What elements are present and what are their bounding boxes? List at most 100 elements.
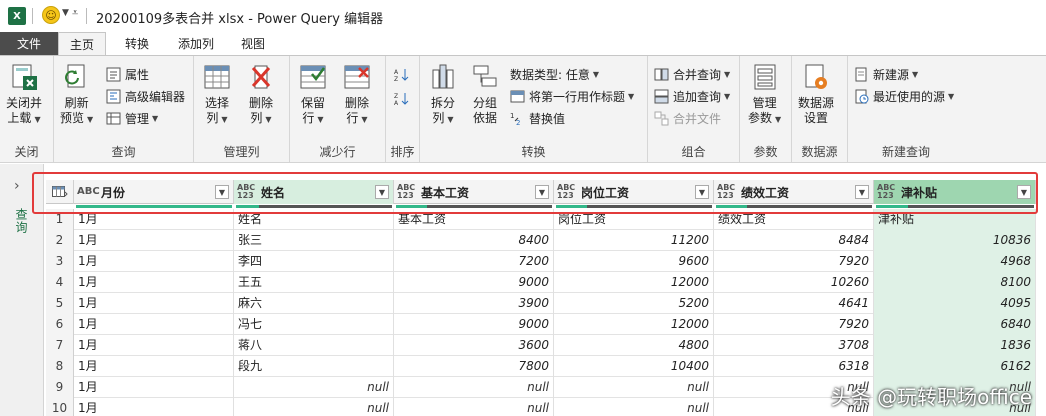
remove-rows-button[interactable]: 删除 行 ▼ xyxy=(342,62,372,127)
tab-add-column[interactable]: 添加列 xyxy=(168,32,224,56)
tab-file[interactable]: 文件 xyxy=(0,32,58,56)
column-filter-dropdown-icon[interactable]: ▼ xyxy=(855,185,869,199)
table-row[interactable]: 8 1月 段九 7800 10400 6318 6162 xyxy=(46,356,1036,377)
table-cell[interactable]: 7920 xyxy=(714,251,874,272)
append-queries-button[interactable]: 追加查询 ▼ xyxy=(654,86,730,106)
table-cell[interactable]: 7920 xyxy=(714,314,874,335)
row-number[interactable]: 6 xyxy=(46,314,74,335)
table-cell[interactable]: 6318 xyxy=(714,356,874,377)
table-cell[interactable]: 1月 xyxy=(74,314,234,335)
properties-button[interactable]: 属性 xyxy=(106,64,149,84)
table-cell[interactable]: 岗位工资 xyxy=(554,209,714,230)
sort-descending-button[interactable]: ZA xyxy=(394,88,413,108)
table-row[interactable]: 5 1月 麻六 3900 5200 4641 4095 xyxy=(46,293,1036,314)
use-first-row-header-button[interactable]: 将第一行用作标题 ▼ xyxy=(510,86,634,106)
table-row[interactable]: 7 1月 蒋八 3600 4800 3708 1836 xyxy=(46,335,1036,356)
table-cell[interactable]: 冯七 xyxy=(234,314,394,335)
quick-access-customize-icon[interactable]: ⩡ xyxy=(72,6,78,20)
recent-sources-button[interactable]: 最近使用的源 ▼ xyxy=(854,86,954,106)
column-filter-dropdown-icon[interactable]: ▼ xyxy=(695,185,709,199)
table-cell[interactable]: 3900 xyxy=(394,293,554,314)
table-cell[interactable]: 1月 xyxy=(74,251,234,272)
close-apply-button[interactable]: 关闭并 上载 ▼ xyxy=(6,62,42,127)
column-filter-dropdown-icon[interactable]: ▼ xyxy=(1017,185,1031,199)
table-cell[interactable]: null xyxy=(394,398,554,416)
table-cell[interactable]: 4968 xyxy=(874,251,1036,272)
table-cell[interactable]: 7200 xyxy=(394,251,554,272)
table-cell[interactable]: 8100 xyxy=(874,272,1036,293)
table-cell[interactable]: null xyxy=(234,377,394,398)
table-cell[interactable]: 8400 xyxy=(394,230,554,251)
row-number[interactable]: 8 xyxy=(46,356,74,377)
table-cell[interactable]: 11200 xyxy=(554,230,714,251)
table-cell[interactable]: 3708 xyxy=(714,335,874,356)
keep-rows-button[interactable]: 保留 行 ▼ xyxy=(298,62,328,127)
table-cell[interactable]: null xyxy=(394,377,554,398)
table-cell[interactable]: 1月 xyxy=(74,398,234,416)
column-type-icon[interactable]: ABC 123 xyxy=(557,184,577,200)
manage-parameters-button[interactable]: 管理 参数 ▼ xyxy=(748,62,781,127)
table-cell[interactable]: 3600 xyxy=(394,335,554,356)
column-header[interactable]: ABC 123 基本工资 ▼ xyxy=(394,180,554,204)
combine-files-button[interactable]: 合并文件 xyxy=(654,108,721,128)
row-number[interactable]: 4 xyxy=(46,272,74,293)
column-header[interactable]: ABC 123 津补贴 ▼ xyxy=(874,180,1036,204)
table-cell[interactable]: 李四 xyxy=(234,251,394,272)
remove-columns-button[interactable]: 删除 列 ▼ xyxy=(246,62,276,127)
new-source-button[interactable]: 新建源 ▼ xyxy=(854,64,918,84)
row-number[interactable]: 3 xyxy=(46,251,74,272)
table-cell[interactable]: 8484 xyxy=(714,230,874,251)
table-cell[interactable]: 王五 xyxy=(234,272,394,293)
table-cell[interactable]: 基本工资 xyxy=(394,209,554,230)
table-cell[interactable]: 5200 xyxy=(554,293,714,314)
choose-columns-button[interactable]: 选择 列 ▼ xyxy=(202,62,232,127)
smiley-dropdown-icon[interactable]: ▼ xyxy=(62,8,69,18)
table-cell[interactable]: 张三 xyxy=(234,230,394,251)
table-cell[interactable]: 4641 xyxy=(714,293,874,314)
data-source-settings-button[interactable]: 数据源 设置 xyxy=(798,62,834,126)
table-cell[interactable]: 蒋八 xyxy=(234,335,394,356)
advanced-editor-button[interactable]: 高级编辑器 xyxy=(106,86,185,106)
table-cell[interactable]: 津补贴 xyxy=(874,209,1036,230)
replace-values-button[interactable]: 12 替换值 xyxy=(510,108,565,128)
row-number[interactable]: 5 xyxy=(46,293,74,314)
row-number[interactable]: 2 xyxy=(46,230,74,251)
table-cell[interactable]: 1836 xyxy=(874,335,1036,356)
table-cell[interactable]: 10400 xyxy=(554,356,714,377)
table-cell[interactable]: null xyxy=(234,398,394,416)
column-type-icon[interactable]: ABC xyxy=(77,187,100,197)
row-number[interactable]: 10 xyxy=(46,398,74,416)
row-number[interactable]: 9 xyxy=(46,377,74,398)
row-number[interactable]: 1 xyxy=(46,209,74,230)
table-cell[interactable]: 麻六 xyxy=(234,293,394,314)
table-cell[interactable]: 1月 xyxy=(74,209,234,230)
table-cell[interactable]: 9600 xyxy=(554,251,714,272)
tab-home[interactable]: 主页 xyxy=(58,32,106,56)
column-header[interactable]: ABC 月份 ▼ xyxy=(74,180,234,204)
table-row[interactable]: 3 1月 李四 7200 9600 7920 4968 xyxy=(46,251,1036,272)
table-cell[interactable]: 1月 xyxy=(74,356,234,377)
column-header[interactable]: ABC 123 岗位工资 ▼ xyxy=(554,180,714,204)
refresh-preview-button[interactable]: 刷新 预览 ▼ xyxy=(60,62,93,127)
manage-button[interactable]: 管理 ▼ xyxy=(106,108,158,128)
column-type-icon[interactable]: ABC 123 xyxy=(397,184,417,200)
data-type-dropdown[interactable]: 数据类型: 任意 ▼ xyxy=(510,64,599,84)
column-filter-dropdown-icon[interactable]: ▼ xyxy=(375,185,389,199)
table-cell[interactable]: 姓名 xyxy=(234,209,394,230)
column-filter-dropdown-icon[interactable]: ▼ xyxy=(535,185,549,199)
split-column-button[interactable]: 拆分 列 ▼ xyxy=(428,62,458,127)
sort-ascending-button[interactable]: AZ xyxy=(394,64,413,84)
table-cell[interactable]: 1月 xyxy=(74,335,234,356)
column-header[interactable]: ABC 123 绩效工资 ▼ xyxy=(714,180,874,204)
table-cell[interactable]: null xyxy=(554,377,714,398)
expand-queries-chevron-icon[interactable]: › xyxy=(14,178,20,194)
column-type-icon[interactable]: ABC 123 xyxy=(877,184,897,200)
table-cell[interactable]: null xyxy=(554,398,714,416)
column-header[interactable]: ABC 123 姓名 ▼ xyxy=(234,180,394,204)
table-cell[interactable]: 10836 xyxy=(874,230,1036,251)
table-menu-icon[interactable] xyxy=(46,180,74,204)
table-row[interactable]: 4 1月 王五 9000 12000 10260 8100 xyxy=(46,272,1036,293)
table-cell[interactable]: 1月 xyxy=(74,293,234,314)
table-cell[interactable]: 9000 xyxy=(394,272,554,293)
column-filter-dropdown-icon[interactable]: ▼ xyxy=(215,185,229,199)
